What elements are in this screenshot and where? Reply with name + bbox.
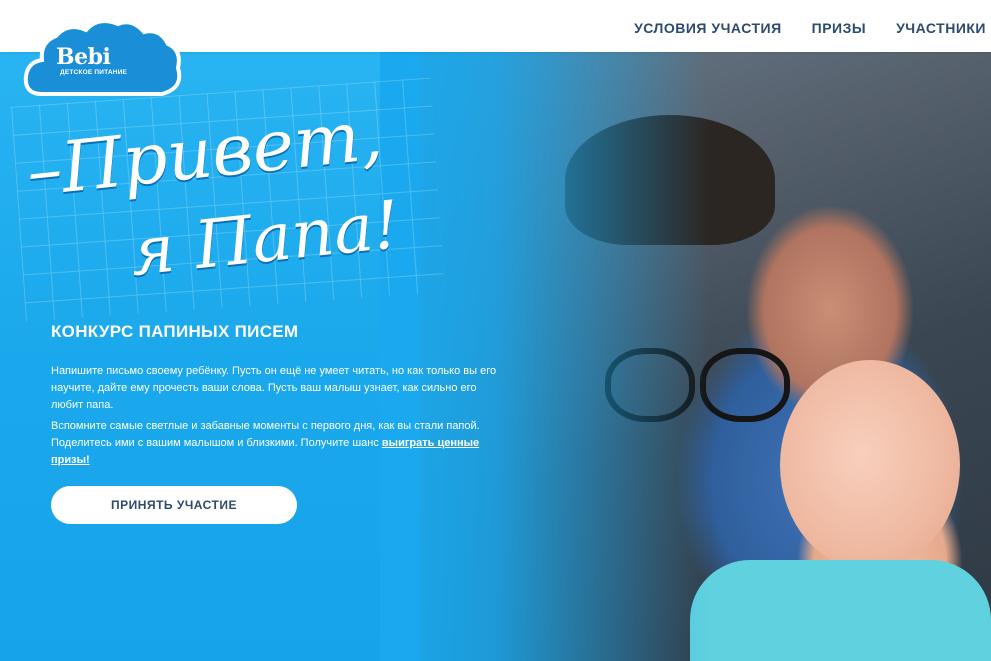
- photo-baby-shirt: [690, 560, 991, 661]
- main-nav: УСЛОВИЯ УЧАСТИЯ ПРИЗЫ УЧАСТНИКИ: [634, 0, 986, 56]
- nav-item-rules[interactable]: УСЛОВИЯ УЧАСТИЯ: [634, 20, 782, 36]
- logo-brand: Bebi: [56, 44, 111, 70]
- contest-headline: КОНКУРС ПАПИНЫХ ПИСЕМ: [51, 322, 299, 341]
- prize-paragraph: Вспомните самые светлые и забавные момен…: [51, 418, 501, 469]
- nav-item-prizes[interactable]: ПРИЗЫ: [812, 20, 866, 36]
- intro-paragraph: Напишите письмо своему ребёнку. Пусть он…: [51, 365, 497, 411]
- bebi-logo[interactable]: Bebi ДЕТСКОЕ ПИТАНИЕ: [22, 14, 182, 102]
- logo-subtitle: ДЕТСКОЕ ПИТАНИЕ: [60, 69, 128, 76]
- photo-baby: [780, 360, 960, 570]
- photo-glasses-right: [700, 348, 790, 422]
- nav-item-participants[interactable]: УЧАСТНИКИ: [896, 20, 986, 36]
- participate-button[interactable]: ПРИНЯТЬ УЧАСТИЕ: [51, 486, 297, 524]
